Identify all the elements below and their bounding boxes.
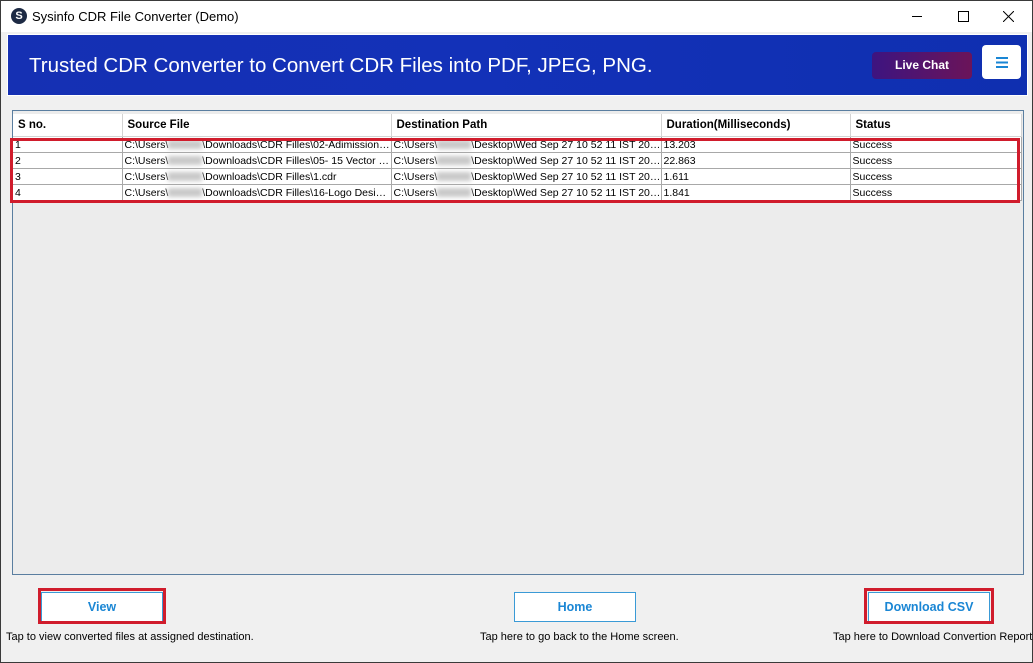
rows-highlight-box	[10, 138, 1020, 203]
menu-button[interactable]	[982, 45, 1021, 79]
table-header-row: S no. Source File Destination Path Durat…	[13, 114, 1022, 137]
close-icon	[1002, 11, 1014, 22]
maximize-icon	[957, 11, 969, 22]
column-header-duration[interactable]: Duration(Milliseconds)	[661, 114, 851, 137]
download-csv-hint: Tap here to Download Convertion Report.	[833, 631, 1033, 643]
maximize-button[interactable]	[940, 1, 986, 32]
download-csv-highlight	[864, 588, 994, 624]
close-button[interactable]	[985, 1, 1031, 32]
header-banner: Trusted CDR Converter to Convert CDR Fil…	[7, 34, 1028, 96]
home-button[interactable]: Home	[514, 592, 636, 622]
app-window: S Sysinfo CDR File Converter (Demo) Trus…	[0, 0, 1033, 663]
view-hint: Tap to view converted files at assigned …	[6, 631, 254, 643]
app-logo-icon: S	[11, 8, 27, 24]
live-chat-button[interactable]: Live Chat	[872, 52, 972, 79]
column-header-status[interactable]: Status	[850, 114, 1022, 137]
banner-title: Trusted CDR Converter to Convert CDR Fil…	[29, 54, 653, 77]
window-title: Sysinfo CDR File Converter (Demo)	[32, 9, 239, 24]
column-header-source-file[interactable]: Source File	[122, 114, 392, 137]
column-header-destination-path[interactable]: Destination Path	[391, 114, 662, 137]
minimize-button[interactable]	[894, 1, 940, 32]
view-button-highlight	[38, 588, 166, 624]
hamburger-menu-icon	[995, 56, 1008, 68]
title-bar: S Sysinfo CDR File Converter (Demo)	[1, 1, 1032, 32]
home-hint: Tap here to go back to the Home screen.	[480, 631, 679, 643]
column-header-sno[interactable]: S no.	[13, 114, 123, 137]
minimize-icon	[911, 16, 922, 17]
